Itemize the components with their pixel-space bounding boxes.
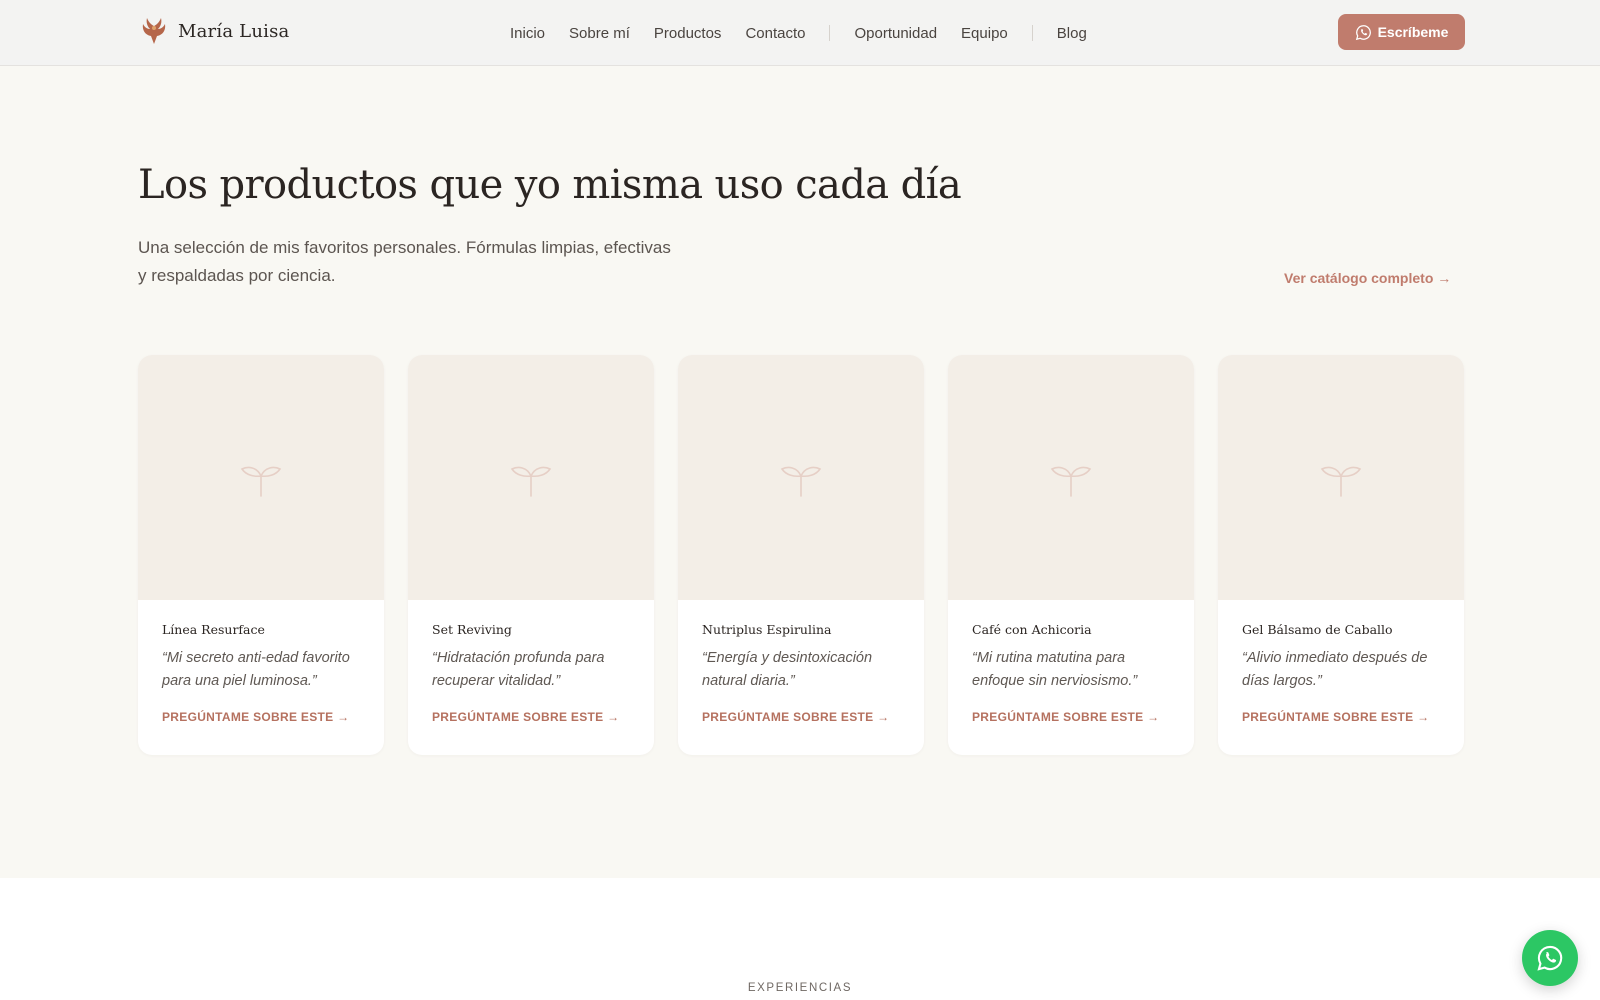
escribeme-label: Escríbeme bbox=[1377, 24, 1449, 40]
product-image-placeholder bbox=[1218, 355, 1464, 600]
section-title: Los productos que yo misma uso cada día bbox=[138, 162, 962, 208]
catalog-link[interactable]: Ver catálogo completo → bbox=[1284, 270, 1451, 286]
ask-about-product-link[interactable]: PREGÚNTAME SOBRE ESTE → bbox=[1242, 710, 1440, 724]
ask-about-product-link[interactable]: PREGÚNTAME SOBRE ESTE → bbox=[702, 710, 900, 724]
sprout-icon bbox=[240, 466, 282, 497]
site-header: María Luisa Inicio Sobre mí Productos Co… bbox=[0, 0, 1600, 66]
nav-divider bbox=[1031, 25, 1033, 41]
escribeme-button[interactable]: Escríbeme bbox=[1338, 14, 1465, 50]
nav-item-equipo[interactable]: Equipo bbox=[961, 25, 1008, 42]
product-quote: “Energía y desintoxicación natural diari… bbox=[702, 650, 873, 689]
product-name: Café con Achicoria bbox=[972, 622, 1092, 637]
product-quote: “Mi rutina matutina para enfoque sin ner… bbox=[972, 650, 1138, 689]
nav-divider bbox=[829, 25, 831, 41]
ask-about-product-link[interactable]: PREGÚNTAME SOBRE ESTE → bbox=[162, 710, 360, 724]
product-name: Set Reviving bbox=[432, 622, 512, 637]
experiences-eyebrow: EXPERIENCIAS bbox=[747, 982, 853, 994]
product-image-placeholder bbox=[408, 355, 654, 600]
sprout-icon bbox=[1320, 466, 1362, 497]
whatsapp-icon bbox=[1537, 945, 1563, 971]
product-card[interactable]: Set Reviving “Hidratación profunda para … bbox=[408, 355, 654, 755]
product-card[interactable]: Nutriplus Espirulina “Energía y desintox… bbox=[678, 355, 924, 755]
ask-about-product-link[interactable]: PREGÚNTAME SOBRE ESTE → bbox=[432, 710, 630, 724]
product-cards: Línea Resurface “Mi secreto anti-edad fa… bbox=[138, 355, 1464, 755]
nav-item-sobre-mi[interactable]: Sobre mí bbox=[569, 25, 630, 42]
nav-item-inicio[interactable]: Inicio bbox=[510, 25, 545, 42]
brand[interactable]: María Luisa bbox=[140, 16, 289, 46]
product-name: Gel Bálsamo de Caballo bbox=[1242, 622, 1393, 637]
phoenix-icon bbox=[142, 18, 166, 44]
nav-item-productos[interactable]: Productos bbox=[654, 25, 722, 42]
product-image-placeholder bbox=[678, 355, 924, 600]
product-name: Nutriplus Espirulina bbox=[702, 622, 832, 637]
brand-name: María Luisa bbox=[178, 20, 290, 42]
product-quote: “Hidratación profunda para recuperar vit… bbox=[432, 650, 605, 689]
whatsapp-float-button[interactable] bbox=[1522, 930, 1578, 986]
experiences-section: EXPERIENCIAS bbox=[0, 878, 1600, 1000]
nav-item-contacto[interactable]: Contacto bbox=[745, 25, 805, 42]
product-card[interactable]: Línea Resurface “Mi secreto anti-edad fa… bbox=[138, 355, 384, 755]
product-card[interactable]: Café con Achicoria “Mi rutina matutina p… bbox=[948, 355, 1194, 755]
product-card[interactable]: Gel Bálsamo de Caballo “Alivio inmediato… bbox=[1218, 355, 1464, 755]
products-section: Los productos que yo misma uso cada día … bbox=[0, 66, 1600, 878]
product-quote: “Alivio inmediato después de días largos… bbox=[1242, 650, 1428, 689]
product-image-placeholder bbox=[138, 355, 384, 600]
section-subtitle: Una selección de mis favoritos personale… bbox=[138, 238, 671, 285]
sprout-icon bbox=[780, 466, 822, 497]
sprout-icon bbox=[510, 466, 552, 497]
nav-item-oportunidad[interactable]: Oportunidad bbox=[854, 25, 937, 42]
main-nav: Inicio Sobre mí Productos Contacto Oport… bbox=[510, 22, 1111, 44]
whatsapp-icon bbox=[1355, 24, 1371, 40]
product-image-placeholder bbox=[948, 355, 1194, 600]
ask-about-product-link[interactable]: PREGÚNTAME SOBRE ESTE → bbox=[972, 710, 1170, 724]
product-name: Línea Resurface bbox=[162, 622, 265, 637]
sprout-icon bbox=[1050, 466, 1092, 497]
product-quote: “Mi secreto anti-edad favorito para una … bbox=[162, 650, 350, 689]
nav-item-blog[interactable]: Blog bbox=[1057, 25, 1087, 42]
